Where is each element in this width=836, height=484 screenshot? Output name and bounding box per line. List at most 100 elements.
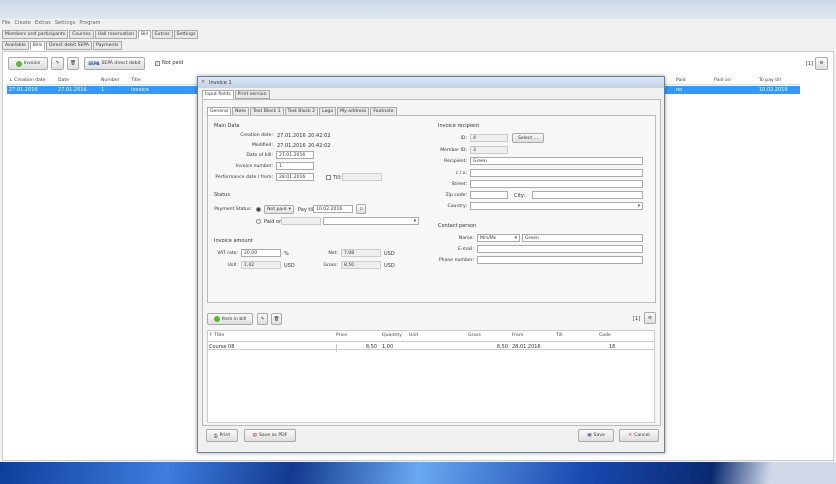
vat-rate-input[interactable]: 20,00	[241, 249, 281, 257]
calendar-icon: ▫	[359, 206, 363, 212]
menu-bar: File Create Extras Settings Program	[2, 20, 104, 26]
tab-settings[interactable]: Settings	[173, 30, 199, 39]
zip-input[interactable]	[470, 191, 508, 199]
tab-payments[interactable]: Payments	[93, 41, 122, 50]
co-label: c / o:	[455, 171, 467, 176]
menu-create[interactable]: Create	[14, 20, 31, 26]
pay-till-input[interactable]: 10.02.2016	[313, 205, 353, 213]
calendar-button[interactable]: ▫	[356, 204, 366, 214]
gear-icon: ⚙	[647, 315, 653, 321]
country-dropdown[interactable]: ▾	[470, 202, 643, 210]
vat-currency: USD	[284, 263, 295, 269]
edit-button[interactable]: ✎	[51, 57, 64, 70]
col-paid[interactable]: Paid	[676, 78, 686, 83]
member-id-field: 3	[470, 146, 508, 154]
status-heading: Status	[214, 192, 230, 198]
not-paid-checkbox[interactable]: ✓ Not paid	[155, 60, 183, 66]
tab-direct-debit[interactable]: Direct debit SEPA	[46, 41, 93, 50]
pdf-icon: ▤	[252, 433, 257, 438]
net-currency: USD	[384, 251, 395, 257]
phone-input[interactable]	[477, 256, 643, 264]
select-button[interactable]: Select ...	[512, 133, 544, 143]
tab-bill[interactable]: Bill	[137, 30, 151, 39]
recipient-input[interactable]: Green	[470, 157, 643, 165]
chevron-down-icon: ▾	[413, 218, 416, 224]
table-row[interactable]: Course 08 8,50 1,00 8,50 28.01.2016 18	[208, 341, 654, 352]
plus-icon	[213, 316, 220, 322]
col-title[interactable]: ↑ Title	[209, 333, 224, 338]
delete-item-button[interactable]: 🗑	[271, 313, 282, 325]
tab-print-version[interactable]: Print version	[234, 90, 270, 99]
edit-item-button[interactable]: ✎	[257, 313, 268, 325]
name-input[interactable]: Green	[522, 234, 643, 242]
col-price[interactable]: Price	[336, 333, 347, 338]
gear-icon: ⚙	[819, 61, 824, 66]
name-label: Name:	[458, 236, 474, 241]
salutation-dropdown[interactable]: Mrs/Ms ▾	[477, 234, 520, 242]
print-button[interactable]: ⎙ Print	[206, 429, 238, 442]
edit-icon: ✎	[55, 61, 60, 66]
sepa-button[interactable]: SEPA SEPA direct debit	[84, 57, 145, 70]
col-unit[interactable]: Unit	[409, 333, 418, 338]
modified-date: 27.01.2016	[277, 143, 306, 149]
col-from[interactable]: From	[512, 333, 523, 338]
col-to-pay-till[interactable]: To pay till	[759, 78, 781, 83]
date-of-bill-input[interactable]: 27.01.2016	[276, 151, 314, 159]
creation-time: 20:42:02	[308, 133, 331, 139]
tab-members[interactable]: Members and participants	[2, 30, 69, 39]
chevron-down-icon: ▾	[514, 235, 517, 241]
col-date[interactable]: Date	[58, 78, 69, 83]
paid-on-radio[interactable]	[256, 219, 261, 224]
new-invoice-button[interactable]: Invoice	[8, 57, 48, 70]
col-quantity[interactable]: Quantity	[382, 333, 402, 338]
not-paid-radio[interactable]	[256, 207, 261, 212]
menu-program[interactable]: Program	[79, 20, 100, 26]
main-tabs: Members and participants Courses Hall re…	[2, 30, 199, 39]
performance-date-input[interactable]: 28.01.2016	[276, 173, 314, 181]
invoice-dialog: ✕ Invoice 1 Input fields Print version G…	[197, 76, 665, 453]
email-input[interactable]	[477, 245, 643, 253]
edit-icon: ✎	[260, 316, 265, 322]
settings-button[interactable]: ⚙	[815, 57, 828, 70]
city-label: City:	[514, 193, 526, 199]
plus-icon	[15, 60, 22, 67]
col-title[interactable]: Title	[131, 78, 141, 83]
items-settings-button[interactable]: ⚙	[644, 312, 656, 324]
till-input[interactable]	[342, 173, 382, 181]
save-button[interactable]: ▣ Save	[578, 429, 614, 442]
paid-on-dropdown[interactable]: ▾	[323, 217, 419, 225]
delete-button[interactable]: 🗑	[67, 57, 79, 70]
phone-label: Phone number:	[438, 258, 474, 263]
col-number[interactable]: Number	[101, 78, 119, 83]
col-till[interactable]: Till	[556, 333, 563, 338]
add-item-button[interactable]: Item in bill	[207, 313, 253, 325]
menu-settings[interactable]: Settings	[55, 20, 76, 26]
tab-bills[interactable]: Bills	[29, 41, 46, 50]
country-label: Country:	[447, 204, 467, 209]
payment-status-dropdown[interactable]: Not paid ▾	[264, 205, 294, 214]
col-code[interactable]: Code	[599, 333, 611, 338]
tab-input-fields[interactable]: Input fields	[202, 90, 234, 99]
col-gross[interactable]: Gross	[468, 333, 481, 338]
cancel-button[interactable]: ✕ Cancel	[619, 429, 659, 442]
recipient-label: Recipient:	[444, 159, 467, 164]
net-label: Net:	[328, 251, 338, 256]
tab-courses[interactable]: Courses	[69, 30, 94, 39]
printer-icon: ⎙	[213, 433, 218, 439]
menu-extras[interactable]: Extras	[35, 20, 51, 26]
tab-available[interactable]: Available	[2, 41, 29, 50]
col-paid-on[interactable]: Paid on	[714, 78, 731, 83]
street-input[interactable]	[470, 180, 643, 188]
paid-on-input[interactable]	[281, 217, 321, 225]
tab-hall[interactable]: Hall reservation	[94, 30, 137, 39]
co-input[interactable]	[470, 169, 643, 177]
trash-icon: 🗑	[70, 61, 76, 66]
col-creation-date[interactable]: ↓ Creation date	[9, 78, 46, 83]
menu-file[interactable]: File	[2, 20, 10, 26]
dialog-title-bar[interactable]: ✕ Invoice 1	[198, 77, 664, 88]
tab-extras[interactable]: Extras	[151, 30, 173, 39]
invoice-number-input[interactable]: 1	[276, 162, 314, 170]
city-input[interactable]	[532, 191, 643, 199]
save-as-pdf-button[interactable]: ▤ Save as PDF	[244, 429, 296, 442]
till-checkbox[interactable]	[326, 175, 331, 180]
